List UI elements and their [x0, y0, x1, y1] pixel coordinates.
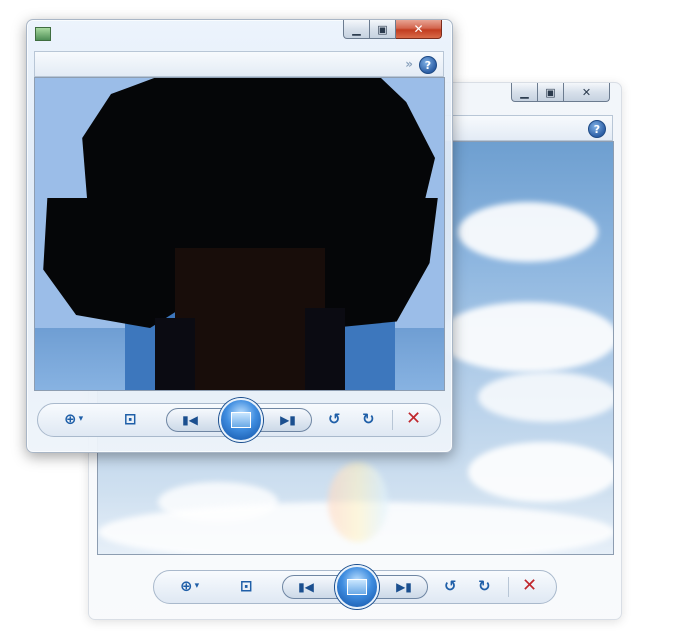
front-actual-size-button[interactable]: ⊡	[124, 410, 137, 428]
back-rotate-cw-button[interactable]: ↻	[478, 577, 491, 595]
actual-size-icon: ⊡	[124, 410, 137, 428]
front-playback-controls: ⊕ ▾ ⊡ ▮◀ ▶▮ ↺ ↻ ✕	[37, 398, 441, 442]
minimize-icon: ▁	[520, 85, 529, 99]
front-help-button[interactable]: ?	[419, 56, 437, 74]
chevron-down-icon: ▾	[194, 581, 200, 591]
front-command-bar: » ?	[34, 51, 444, 77]
back-rotate-ccw-button[interactable]: ↺	[444, 577, 457, 595]
back-caption-buttons: ▁ ▣ ✕	[511, 83, 610, 102]
back-slideshow-button[interactable]	[335, 565, 379, 609]
back-next-button[interactable]: ▶▮	[389, 576, 419, 598]
front-maximize-button[interactable]: ▣	[370, 20, 396, 39]
back-actual-size-button[interactable]: ⊡	[240, 577, 253, 595]
front-close-button[interactable]: ✕	[396, 20, 442, 39]
front-image-view[interactable]	[34, 77, 445, 391]
front-rotate-cw-button[interactable]: ↻	[362, 410, 375, 428]
photo-viewer-app-icon	[35, 27, 51, 41]
minimize-icon: ▁	[352, 22, 361, 36]
help-icon: ?	[593, 122, 601, 136]
zoom-icon: ⊕	[180, 577, 193, 595]
maximize-icon: ▣	[545, 85, 556, 99]
actual-size-icon: ⊡	[240, 577, 253, 595]
rotate-counterclockwise-icon: ↺	[328, 410, 341, 428]
slideshow-icon	[347, 579, 367, 595]
previous-icon: ▮◀	[298, 580, 314, 594]
back-zoom-button[interactable]: ⊕ ▾	[180, 577, 199, 595]
back-previous-button[interactable]: ▮◀	[291, 576, 321, 598]
back-help-button[interactable]: ?	[588, 120, 606, 138]
delete-icon: ✕	[406, 408, 422, 429]
rotate-clockwise-icon: ↻	[362, 410, 375, 428]
back-close-button[interactable]: ✕	[564, 83, 610, 102]
help-icon: ?	[424, 58, 432, 72]
front-rotate-ccw-button[interactable]: ↺	[328, 410, 341, 428]
delete-icon: ✕	[522, 575, 538, 596]
zoom-icon: ⊕	[64, 410, 77, 428]
front-previous-button[interactable]: ▮◀	[175, 409, 205, 431]
front-slideshow-button[interactable]	[219, 398, 263, 442]
chevrons-icon[interactable]: »	[405, 57, 413, 71]
front-photo-viewer-window: ▁ ▣ ✕ » ? ⊕ ▾ ⊡ ▮◀ ▶▮ ↺ ↻ ✕	[26, 19, 453, 453]
back-delete-button[interactable]: ✕	[522, 575, 537, 596]
rotate-counterclockwise-icon: ↺	[444, 577, 457, 595]
maximize-icon: ▣	[377, 22, 388, 36]
front-zoom-button[interactable]: ⊕ ▾	[64, 410, 83, 428]
close-icon: ✕	[413, 22, 424, 36]
front-delete-button[interactable]: ✕	[406, 408, 421, 429]
close-icon: ✕	[581, 85, 592, 99]
rotate-clockwise-icon: ↻	[478, 577, 491, 595]
slideshow-icon	[231, 412, 251, 428]
back-minimize-button[interactable]: ▁	[511, 83, 538, 102]
back-maximize-button[interactable]: ▣	[538, 83, 564, 102]
front-divider	[392, 410, 393, 430]
chevron-down-icon: ▾	[78, 414, 84, 424]
back-divider	[508, 577, 509, 597]
next-icon: ▶▮	[396, 580, 412, 594]
previous-icon: ▮◀	[182, 413, 198, 427]
front-next-button[interactable]: ▶▮	[273, 409, 303, 431]
back-playback-controls: ⊕ ▾ ⊡ ▮◀ ▶▮ ↺ ↻ ✕	[153, 565, 557, 609]
front-caption-buttons: ▁ ▣ ✕	[343, 20, 442, 39]
front-minimize-button[interactable]: ▁	[343, 20, 370, 39]
next-icon: ▶▮	[280, 413, 296, 427]
